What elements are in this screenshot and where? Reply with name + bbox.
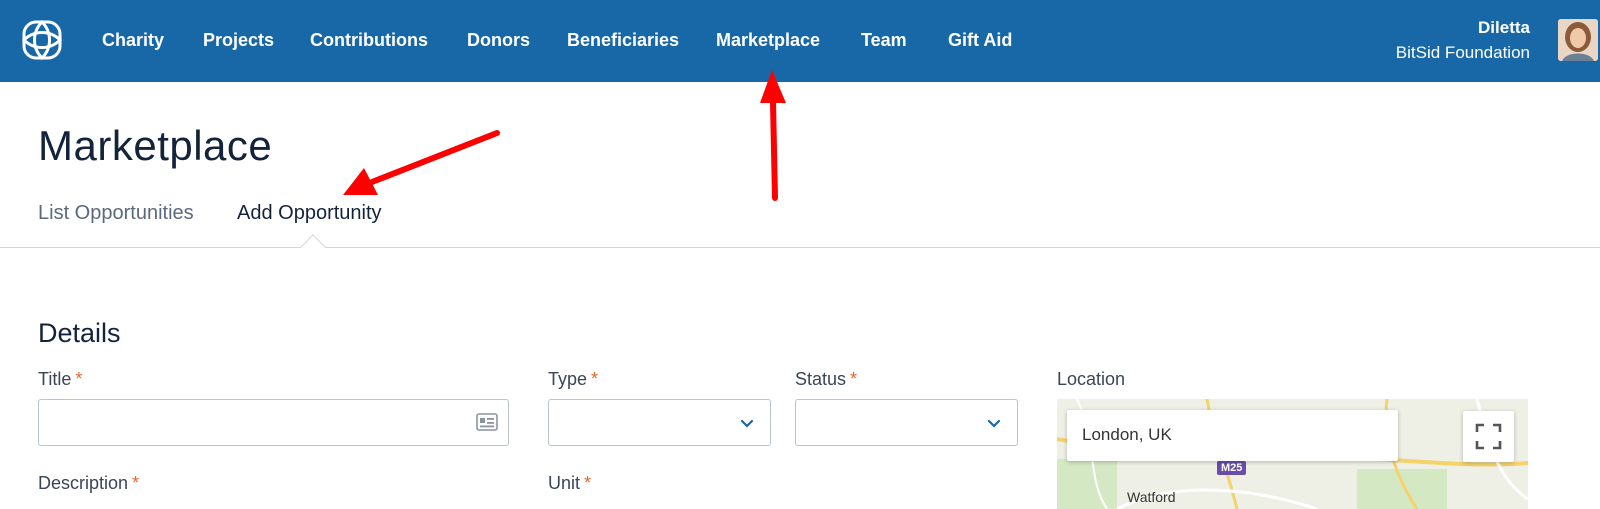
road-badge: M25 — [1217, 461, 1247, 475]
location-map[interactable]: M25 Watford London, UK — [1057, 399, 1528, 509]
status-select[interactable] — [795, 399, 1018, 446]
description-label: Description * — [38, 473, 139, 494]
nav-item-donors[interactable]: Donors — [467, 28, 530, 52]
logo-icon[interactable] — [18, 16, 66, 64]
nav-item-marketplace[interactable]: Marketplace — [716, 28, 820, 52]
nav-item-beneficiaries[interactable]: Beneficiaries — [567, 28, 679, 52]
user-name[interactable]: Diletta — [1478, 18, 1530, 38]
tab-divider — [0, 247, 1600, 248]
title-label-text: Title — [38, 369, 72, 389]
nav-item-charity[interactable]: Charity — [102, 28, 164, 52]
active-tab-indicator — [300, 234, 326, 260]
section-title-details: Details — [38, 318, 121, 348]
arrow-to-add-opportunity-tab — [343, 130, 500, 195]
title-input[interactable] — [38, 399, 509, 446]
status-label-text: Status — [795, 369, 847, 389]
arrow-to-marketplace-nav — [760, 70, 786, 201]
type-label: Type * — [548, 369, 598, 390]
required-marker: * — [584, 473, 592, 493]
nav-item-team[interactable]: Team — [861, 28, 907, 52]
page-title: Marketplace — [38, 122, 273, 169]
map-search-input[interactable]: London, UK — [1067, 410, 1398, 461]
nav-item-contributions[interactable]: Contributions — [310, 28, 428, 52]
required-marker: * — [850, 369, 858, 389]
chevron-down-icon — [987, 419, 1001, 428]
nav-item-gift-aid[interactable]: Gift Aid — [948, 28, 1012, 52]
required-marker: * — [132, 473, 140, 493]
id-card-icon — [476, 413, 498, 431]
chevron-down-icon — [740, 419, 754, 428]
status-label: Status * — [795, 369, 857, 390]
map-place-label: Watford — [1127, 489, 1176, 505]
required-marker: * — [75, 369, 83, 389]
fullscreen-icon — [1475, 423, 1502, 450]
unit-label: Unit * — [548, 473, 591, 494]
location-label: Location — [1057, 369, 1126, 389]
type-select[interactable] — [548, 399, 771, 446]
nav-item-projects[interactable]: Projects — [203, 28, 274, 52]
tab-list-opportunities[interactable]: List Opportunities — [38, 200, 194, 226]
description-label-text: Description — [38, 473, 129, 493]
required-marker: * — [591, 369, 599, 389]
user-organization[interactable]: BitSid Foundation — [1396, 43, 1530, 63]
tab-add-opportunity[interactable]: Add Opportunity — [237, 200, 382, 226]
map-fullscreen-button[interactable] — [1463, 411, 1514, 462]
map-search-value: London, UK — [1082, 425, 1172, 444]
avatar-image — [1558, 19, 1598, 61]
unit-label-text: Unit — [548, 473, 581, 493]
title-label: Title * — [38, 369, 82, 390]
top-nav-bar: Charity Projects Contributions Donors Be… — [0, 0, 1600, 82]
avatar[interactable] — [1558, 19, 1598, 61]
type-label-text: Type — [548, 369, 588, 389]
